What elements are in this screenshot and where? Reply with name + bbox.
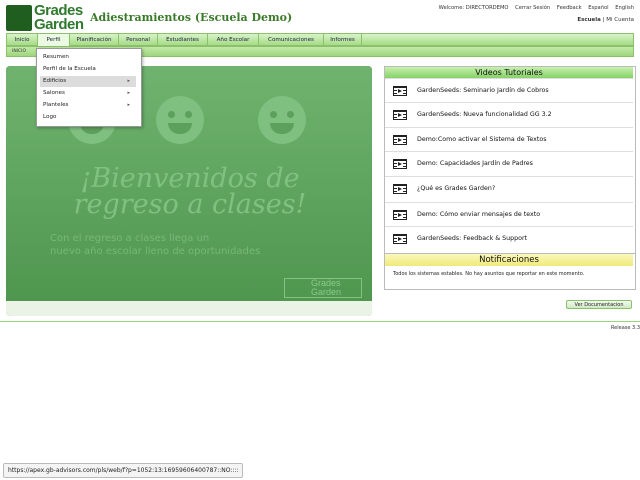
perfil-dropdown-menu: Resumen Perfil de la Escuela Edificios ▸ … (36, 48, 142, 127)
menu-item-resumen[interactable]: Resumen (40, 52, 136, 63)
videos-panel: Videos Tutoriales GardenSeeds: Seminario… (384, 66, 636, 254)
school-links: Escuela | Mi Cuenta (577, 17, 634, 23)
tab-ano-escolar[interactable]: Año Escolar (208, 34, 259, 46)
tab-perfil[interactable]: Perfil (38, 34, 70, 46)
leaf-icon (6, 5, 32, 31)
video-item[interactable]: Demo:Como activar el Sistema de Textos (385, 127, 633, 152)
film-icon (393, 159, 407, 169)
lang-es-link[interactable]: Español (588, 5, 608, 11)
video-item[interactable]: GardenSeeds: Feedback & Support (385, 226, 633, 251)
banner-sub-line: Con el regreso a clases llega un (50, 233, 210, 244)
menu-item-label: Planteles (43, 102, 69, 108)
submenu-arrow-icon: ▸ (127, 78, 130, 84)
status-bar-url: https://apex.gb-advisors.com/pls/web/f?p… (3, 463, 244, 478)
tab-planificacion[interactable]: Planificación (70, 34, 119, 46)
film-icon (393, 184, 407, 194)
film-icon (393, 86, 407, 96)
video-item[interactable]: GardenSeeds: Seminario Jardín de Cobros (385, 78, 633, 103)
submenu-arrow-icon: ▸ (127, 90, 130, 96)
logo-text-garden: Garden (34, 16, 84, 33)
app-title: Adiestramientos (Escuela Demo) (90, 11, 293, 24)
banner-logo-text: Garden (311, 287, 342, 297)
menu-item-label: Resumen (43, 54, 69, 60)
tab-comunicaciones[interactable]: Comunicaciones (259, 34, 324, 46)
breadcrumb[interactable]: INICIO (12, 49, 26, 54)
video-link[interactable]: Demo:Como activar el Sistema de Textos (417, 136, 547, 143)
banner-sub-line: nuevo año escolar lleno de oportunidades (50, 246, 261, 257)
video-link[interactable]: GardenSeeds: Feedback & Support (417, 235, 527, 242)
notifications-panel: Notificaciones Todos los sistemas establ… (384, 253, 636, 290)
menu-item-perfil-escuela[interactable]: Perfil de la Escuela (40, 64, 136, 75)
notifications-title: Notificaciones (385, 254, 633, 266)
menu-item-label: Perfil de la Escuela (43, 66, 96, 72)
school-link[interactable]: Escuela (577, 17, 601, 23)
logout-link[interactable]: Cerrar Sesión (515, 5, 550, 11)
video-link[interactable]: GardenSeeds: Nueva funcionalidad GG 3.2 (417, 111, 552, 118)
menu-item-label: Salones (43, 90, 65, 96)
menu-item-edificios[interactable]: Edificios ▸ (40, 76, 136, 87)
banner-title: ¡Bienvenidos de regreso a clases! (20, 165, 360, 220)
tab-inicio[interactable]: Inicio (7, 34, 38, 46)
footer-divider (0, 321, 640, 322)
notifications-text: Todos los sistemas estables. No hay asun… (393, 271, 585, 277)
video-item[interactable]: GardenSeeds: Nueva funcionalidad GG 3.2 (385, 102, 633, 127)
account-link[interactable]: Mi Cuenta (606, 17, 634, 23)
smiley-icon (156, 96, 204, 144)
videos-title: Videos Tutoriales (385, 67, 633, 78)
welcome-text: Welcome: DIRECTORDEMO (438, 5, 509, 11)
view-docs-button[interactable]: Ver Documentacion (566, 300, 632, 309)
lang-en-link[interactable]: English (615, 5, 634, 11)
menu-item-logo[interactable]: Logo (40, 112, 136, 123)
video-link[interactable]: Demo: Cómo enviar mensajes de texto (417, 211, 540, 218)
feedback-link[interactable]: Feedback (557, 5, 582, 11)
video-link[interactable]: GardenSeeds: Seminario Jardín de Cobros (417, 87, 549, 94)
video-link[interactable]: Demo: Capacidades Jardín de Padres (417, 160, 533, 167)
video-item[interactable]: ¿Qué es Grades Garden? (385, 176, 633, 201)
tab-personal[interactable]: Personal (119, 34, 158, 46)
menu-item-label: Logo (43, 114, 57, 120)
banner-title-line: regreso a clases! (73, 189, 307, 220)
film-icon (393, 234, 407, 244)
film-icon (393, 135, 407, 145)
menu-item-salones[interactable]: Salones ▸ (40, 88, 136, 99)
top-links: Welcome: DIRECTORDEMO Cerrar Sesión Feed… (434, 5, 634, 11)
film-icon (393, 210, 407, 220)
menu-item-label: Edificios (43, 78, 67, 84)
grades-garden-logo[interactable]: Grades Garden (6, 2, 84, 33)
main-nav: Inicio Perfil Planificación Personal Est… (6, 33, 634, 46)
submenu-arrow-icon: ▸ (127, 102, 130, 108)
release-version: Release 3.3 (610, 325, 640, 331)
video-link[interactable]: ¿Qué es Grades Garden? (417, 185, 495, 192)
banner-caption-strip (6, 301, 372, 316)
tab-estudiantes[interactable]: Estudiantes (158, 34, 208, 46)
banner-subtitle: Con el regreso a clases llega un nuevo a… (50, 232, 340, 258)
smiley-icon (258, 96, 306, 144)
banner-logo: Grades Garden (284, 278, 362, 298)
film-icon (393, 110, 407, 120)
tab-informes[interactable]: Informes (324, 34, 362, 46)
link-separator: | (602, 17, 605, 23)
video-item[interactable]: Demo: Cómo enviar mensajes de texto (385, 202, 633, 227)
video-item[interactable]: Demo: Capacidades Jardín de Padres (385, 151, 633, 176)
menu-item-planteles[interactable]: Planteles ▸ (40, 100, 136, 111)
